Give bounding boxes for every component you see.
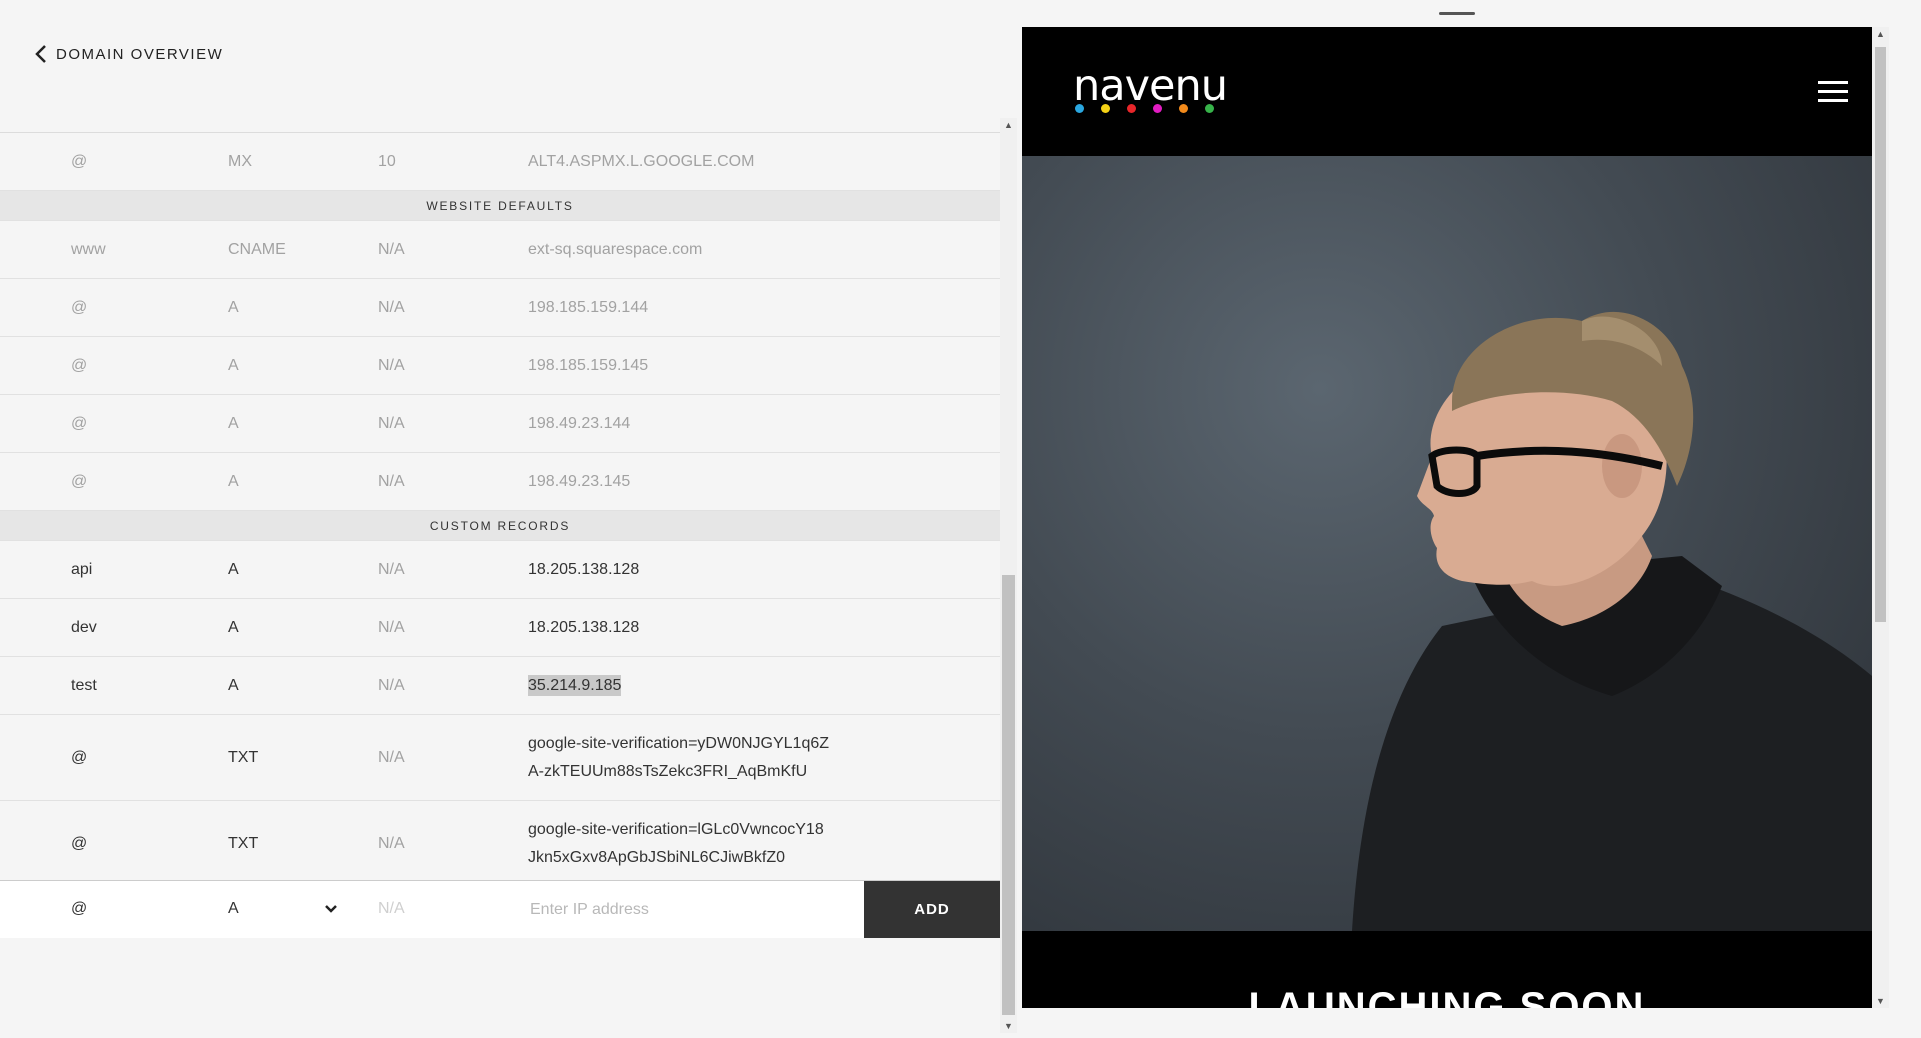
record-data: 198.49.23.144: [528, 414, 631, 432]
add-button[interactable]: ADD: [864, 881, 1000, 938]
record-data-line: Jkn5xGxv8ApGbJSbiNL6CJiwBkfZ0: [528, 848, 785, 866]
record-host: @: [71, 748, 88, 766]
record-data: google-site-verification=yDW0NJGYL1q6Z A…: [528, 730, 858, 786]
scrollbar-thumb[interactable]: [1002, 575, 1015, 1015]
table-row[interactable]: @ TXT N/A google-site-verification=yDW0N…: [0, 715, 1000, 801]
back-link-label: DOMAIN OVERVIEW: [56, 45, 224, 63]
record-data[interactable]: 35.214.9.185: [528, 672, 858, 700]
record-data-line: google-site-verification=yDW0NJGYL1q6Z: [528, 734, 830, 752]
table-row[interactable]: dev A N/A 18.205.138.128: [0, 599, 1000, 657]
chevron-left-icon: [35, 45, 46, 63]
scroll-down-arrow-icon[interactable]: ▼: [1004, 1021, 1013, 1031]
record-data: 198.185.159.144: [528, 298, 649, 316]
new-record-priority: N/A: [378, 900, 405, 917]
record-type: A: [228, 472, 239, 490]
record-type: A: [228, 414, 239, 432]
record-type: MX: [228, 152, 252, 170]
record-host: @: [71, 356, 88, 374]
record-data-line: A-zkTEUUm88sTsZekc3FRI_AqBmKfU: [528, 762, 808, 780]
record-priority: N/A: [378, 676, 405, 694]
record-type: TXT: [228, 834, 259, 852]
record-host: test: [71, 676, 97, 694]
record-type: TXT: [228, 748, 259, 766]
scroll-down-arrow-icon[interactable]: ▼: [1876, 996, 1885, 1006]
dns-settings-panel: DOMAIN OVERVIEW @ MX 10 ALT4.ASPMX.L.GOO…: [0, 0, 1023, 1038]
launching-soon-heading: LAUNCHING SOON: [1248, 985, 1646, 1008]
record-host: www: [71, 240, 106, 258]
new-record-host[interactable]: @: [71, 895, 87, 923]
record-priority: N/A: [378, 472, 405, 490]
logo-dot: [1075, 104, 1084, 113]
record-priority: N/A: [378, 414, 405, 432]
domain-overview-back-link[interactable]: DOMAIN OVERVIEW: [34, 44, 223, 64]
scroll-up-arrow-icon[interactable]: ▲: [1004, 120, 1013, 130]
scrollbar-thumb[interactable]: [1875, 47, 1886, 622]
record-data: 198.49.23.145: [528, 472, 631, 490]
record-priority: N/A: [378, 356, 405, 374]
table-row: @ A N/A 198.49.23.144: [0, 395, 1000, 453]
record-priority: 10: [378, 152, 396, 170]
record-host: @: [71, 298, 88, 316]
record-data: 198.185.159.145: [528, 356, 649, 374]
dns-records-table: @ MX 10 ALT4.ASPMX.L.GOOGLE.COM WEBSITE …: [0, 133, 1000, 887]
record-host: dev: [71, 618, 97, 636]
record-host: @: [71, 834, 88, 852]
logo-dot: [1179, 104, 1188, 113]
logo-dots: [1075, 104, 1214, 113]
custom-records-header: CUSTOM RECORDS: [0, 511, 1000, 541]
table-row: @ A N/A 198.185.159.145: [0, 337, 1000, 395]
logo-dot: [1205, 104, 1214, 113]
site-header: navenu: [1022, 27, 1872, 156]
record-host: @: [71, 414, 88, 432]
record-type: CNAME: [228, 240, 286, 258]
scroll-up-arrow-icon[interactable]: ▲: [1876, 29, 1885, 39]
hamburger-menu-icon[interactable]: [1818, 81, 1848, 105]
record-type-value: A: [228, 900, 239, 917]
logo-dot: [1101, 104, 1110, 113]
record-host: @: [71, 152, 88, 170]
record-data: ALT4.ASPMX.L.GOOGLE.COM: [528, 152, 755, 170]
table-row[interactable]: @ TXT N/A google-site-verification=lGLc0…: [0, 801, 1000, 887]
table-row: www CNAME N/A ext-sq.squarespace.com: [0, 221, 1000, 279]
record-priority: N/A: [378, 240, 405, 258]
record-type: A: [228, 356, 239, 374]
record-host: @: [71, 472, 88, 490]
record-type: A: [228, 618, 239, 636]
logo-dot: [1127, 104, 1136, 113]
preview-drag-handle[interactable]: [1439, 12, 1475, 15]
record-priority: N/A: [378, 560, 405, 578]
add-record-form: @ A N/A ADD: [0, 880, 1000, 938]
record-type: A: [228, 560, 239, 578]
table-row: @ A N/A 198.49.23.145: [0, 453, 1000, 511]
record-type: A: [228, 298, 239, 316]
record-data: ext-sq.squarespace.com: [528, 240, 703, 258]
portrait-illustration: [1352, 311, 1872, 931]
record-data: 18.205.138.128: [528, 560, 640, 578]
record-data-line: google-site-verification=lGLc0VwncocY18: [528, 820, 824, 838]
table-row: @ A N/A 198.185.159.144: [0, 279, 1000, 337]
website-defaults-header: WEBSITE DEFAULTS: [0, 191, 1000, 221]
record-data: google-site-verification=lGLc0VwncocY18 …: [528, 816, 858, 872]
left-panel-scrollbar[interactable]: ▲ ▼: [1000, 118, 1017, 1033]
record-priority: N/A: [378, 298, 405, 316]
site-preview-frame: navenu LAUNCHING SOON: [1022, 27, 1872, 1008]
record-priority: N/A: [378, 618, 405, 636]
hero-image: [1022, 156, 1872, 931]
selected-ip-text: 35.214.9.185: [528, 674, 622, 696]
logo-dot: [1153, 104, 1162, 113]
record-priority: N/A: [378, 748, 405, 766]
ip-address-input[interactable]: [528, 893, 852, 927]
table-row[interactable]: test A N/A 35.214.9.185: [0, 657, 1000, 715]
record-host: api: [71, 560, 93, 578]
chevron-down-icon: [325, 905, 337, 913]
table-row: @ MX 10 ALT4.ASPMX.L.GOOGLE.COM: [0, 133, 1000, 191]
record-priority: N/A: [378, 834, 405, 852]
preview-scrollbar[interactable]: ▲ ▼: [1872, 27, 1889, 1008]
table-row[interactable]: api A N/A 18.205.138.128: [0, 541, 1000, 599]
record-type-select[interactable]: A: [228, 894, 338, 924]
record-type: A: [228, 676, 239, 694]
record-data: 18.205.138.128: [528, 618, 640, 636]
